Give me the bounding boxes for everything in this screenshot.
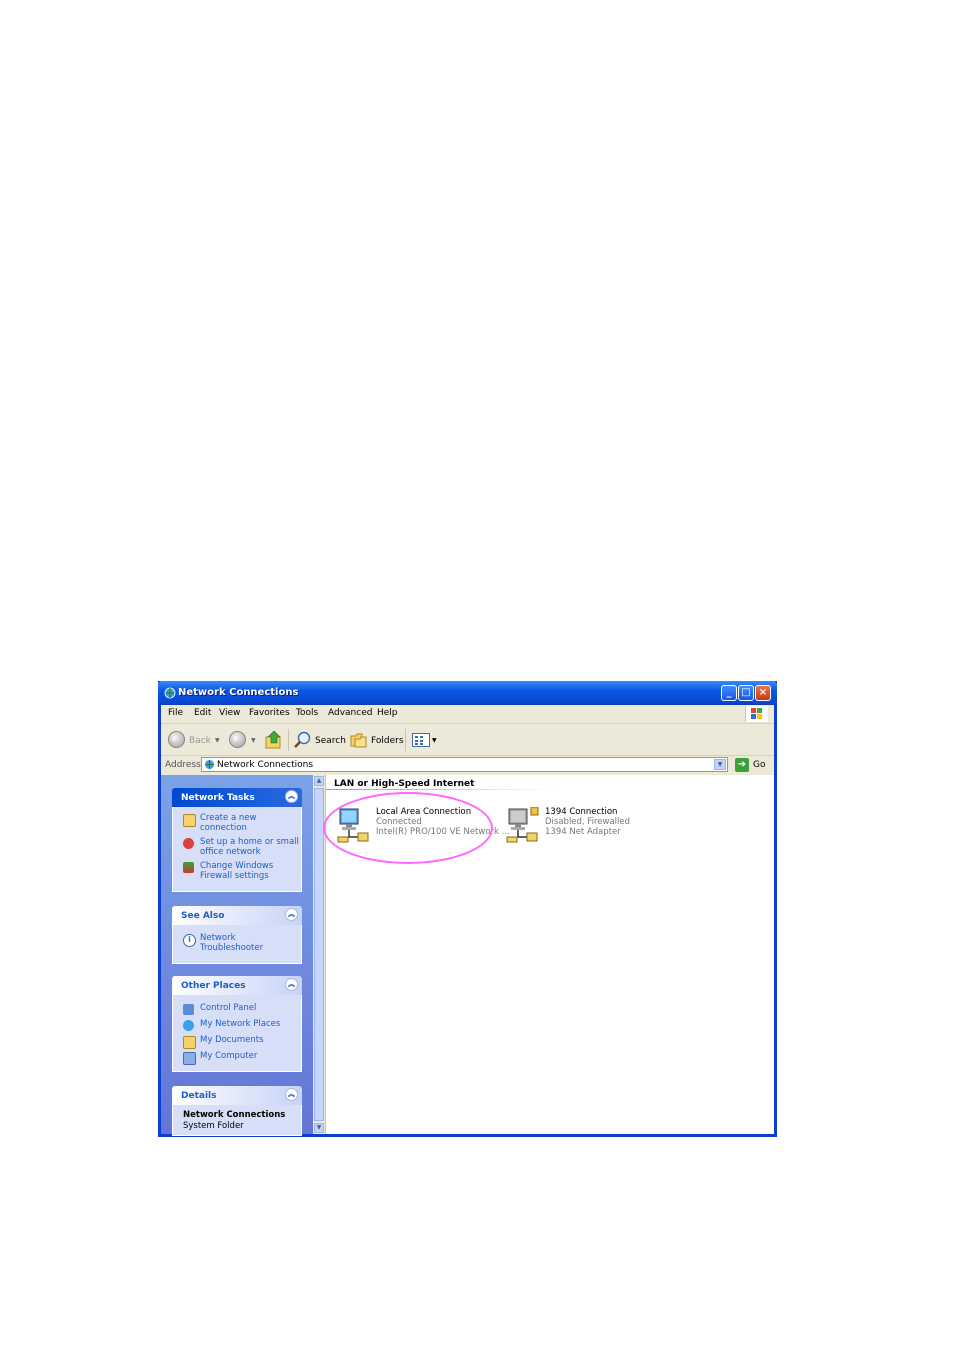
menu-edit[interactable]: Edit bbox=[194, 708, 211, 718]
menu-tools[interactable]: Tools bbox=[296, 708, 318, 718]
folders-button-label[interactable]: Folders bbox=[371, 736, 404, 746]
back-button-label[interactable]: Back bbox=[189, 736, 211, 746]
task-label[interactable]: Change Windows Firewall settings bbox=[200, 861, 300, 881]
address-label: Address bbox=[165, 760, 201, 770]
see-also-panel: See Also ︽ i Network Troubleshooter bbox=[172, 906, 302, 964]
highlight-circle-annotation bbox=[323, 792, 493, 864]
see-also-title: See Also bbox=[181, 911, 225, 921]
maximize-button[interactable]: □ bbox=[738, 685, 754, 701]
menu-file[interactable]: File bbox=[168, 708, 183, 718]
standard-toolbar: ‹ Back ▼ › ▼ Search Folders ▼ bbox=[161, 724, 774, 756]
details-name: Network Connections bbox=[183, 1110, 286, 1120]
search-button-label[interactable]: Search bbox=[315, 736, 346, 746]
lan-disabled-firewalled-icon bbox=[506, 807, 539, 843]
documents-folder-icon bbox=[183, 1036, 196, 1049]
connection-name[interactable]: 1394 Connection bbox=[545, 807, 617, 817]
place-label[interactable]: My Network Places bbox=[200, 1019, 300, 1029]
control-panel-icon bbox=[183, 1004, 194, 1015]
connection-device: 1394 Net Adapter bbox=[545, 827, 621, 837]
task-pane: Network Tasks ︽ Create a new connection … bbox=[161, 775, 313, 1136]
minimize-button[interactable]: _ bbox=[721, 685, 737, 701]
menu-bar: File Edit View Favorites Tools Advanced … bbox=[161, 705, 774, 724]
task-label[interactable]: Create a new connection bbox=[200, 813, 300, 833]
group-header: LAN or High-Speed Internet bbox=[334, 779, 475, 789]
scroll-down-icon[interactable]: ▼ bbox=[314, 1123, 324, 1133]
info-icon: i bbox=[183, 934, 196, 947]
menu-help[interactable]: Help bbox=[377, 708, 398, 718]
address-bar: Address Network Connections ▼ ➜ Go bbox=[161, 756, 774, 774]
network-tasks-header[interactable]: Network Tasks ︽ bbox=[172, 788, 302, 807]
network-tasks-title: Network Tasks bbox=[181, 793, 255, 803]
connection-status: Disabled, Firewalled bbox=[545, 817, 631, 827]
scrollbar-thumb[interactable] bbox=[314, 788, 324, 1121]
home-network-icon bbox=[183, 838, 194, 849]
place-label[interactable]: Control Panel bbox=[200, 1003, 300, 1013]
network-connections-window: Network Connections _ □ × File Edit View… bbox=[158, 681, 777, 1137]
menu-favorites[interactable]: Favorites bbox=[249, 708, 290, 718]
group-divider bbox=[326, 789, 556, 790]
window-client-area: File Edit View Favorites Tools Advanced … bbox=[161, 705, 774, 1136]
see-also-header[interactable]: See Also ︽ bbox=[172, 906, 302, 925]
go-arrow-icon[interactable]: ➜ bbox=[735, 758, 749, 772]
collapse-chevron-icon[interactable]: ︽ bbox=[285, 790, 298, 803]
other-places-panel: Other Places ︽ Control Panel My Network … bbox=[172, 976, 302, 1072]
collapse-chevron-icon[interactable]: ︽ bbox=[285, 908, 298, 921]
task-label[interactable]: Network Troubleshooter bbox=[200, 933, 300, 953]
forward-dropdown-icon[interactable]: ▼ bbox=[251, 737, 256, 744]
details-header[interactable]: Details ︽ bbox=[172, 1086, 302, 1105]
computer-icon bbox=[183, 1052, 196, 1065]
forward-arrow-icon[interactable]: › bbox=[229, 731, 246, 748]
other-places-header[interactable]: Other Places ︽ bbox=[172, 976, 302, 995]
1394-connection-item[interactable]: 1394 Connection Disabled, Firewalled 139… bbox=[505, 807, 665, 845]
task-label[interactable]: Set up a home or small office network bbox=[200, 837, 300, 857]
address-field[interactable]: Network Connections ▼ bbox=[201, 757, 728, 772]
place-label[interactable]: My Computer bbox=[200, 1051, 300, 1061]
new-connection-icon bbox=[183, 814, 196, 827]
toolbar-separator bbox=[405, 729, 406, 751]
menu-advanced[interactable]: Advanced bbox=[328, 708, 372, 718]
address-value[interactable]: Network Connections bbox=[217, 760, 313, 770]
firewall-icon bbox=[183, 862, 194, 873]
back-arrow-icon[interactable]: ‹ bbox=[168, 731, 185, 748]
other-places-title: Other Places bbox=[181, 981, 246, 991]
scroll-up-icon[interactable]: ▲ bbox=[314, 776, 324, 786]
collapse-chevron-icon[interactable]: ︽ bbox=[285, 978, 298, 991]
details-type: System Folder bbox=[183, 1121, 244, 1131]
search-icon[interactable] bbox=[293, 731, 313, 749]
details-title: Details bbox=[181, 1091, 217, 1101]
up-folder-icon[interactable] bbox=[265, 730, 283, 750]
title-bar[interactable]: Network Connections _ □ × bbox=[158, 681, 777, 705]
menu-view[interactable]: View bbox=[219, 708, 240, 718]
network-places-icon bbox=[183, 1020, 194, 1031]
windows-logo-icon bbox=[745, 706, 768, 722]
go-button-label[interactable]: Go bbox=[753, 760, 765, 770]
folders-icon[interactable] bbox=[350, 732, 368, 748]
views-dropdown-icon[interactable]: ▼ bbox=[432, 737, 437, 744]
address-dropdown-icon[interactable]: ▼ bbox=[714, 759, 726, 770]
toolbar-separator bbox=[288, 729, 289, 751]
views-icon[interactable] bbox=[412, 733, 430, 747]
network-connections-icon bbox=[164, 687, 176, 699]
details-panel: Details ︽ Network Connections System Fol… bbox=[172, 1086, 302, 1136]
window-title: Network Connections bbox=[178, 687, 299, 698]
network-tasks-panel: Network Tasks ︽ Create a new connection … bbox=[172, 788, 302, 892]
collapse-chevron-icon[interactable]: ︽ bbox=[285, 1088, 298, 1101]
back-dropdown-icon[interactable]: ▼ bbox=[215, 737, 220, 744]
network-connections-small-icon bbox=[205, 760, 214, 769]
close-button[interactable]: × bbox=[755, 685, 771, 701]
place-label[interactable]: My Documents bbox=[200, 1035, 300, 1045]
